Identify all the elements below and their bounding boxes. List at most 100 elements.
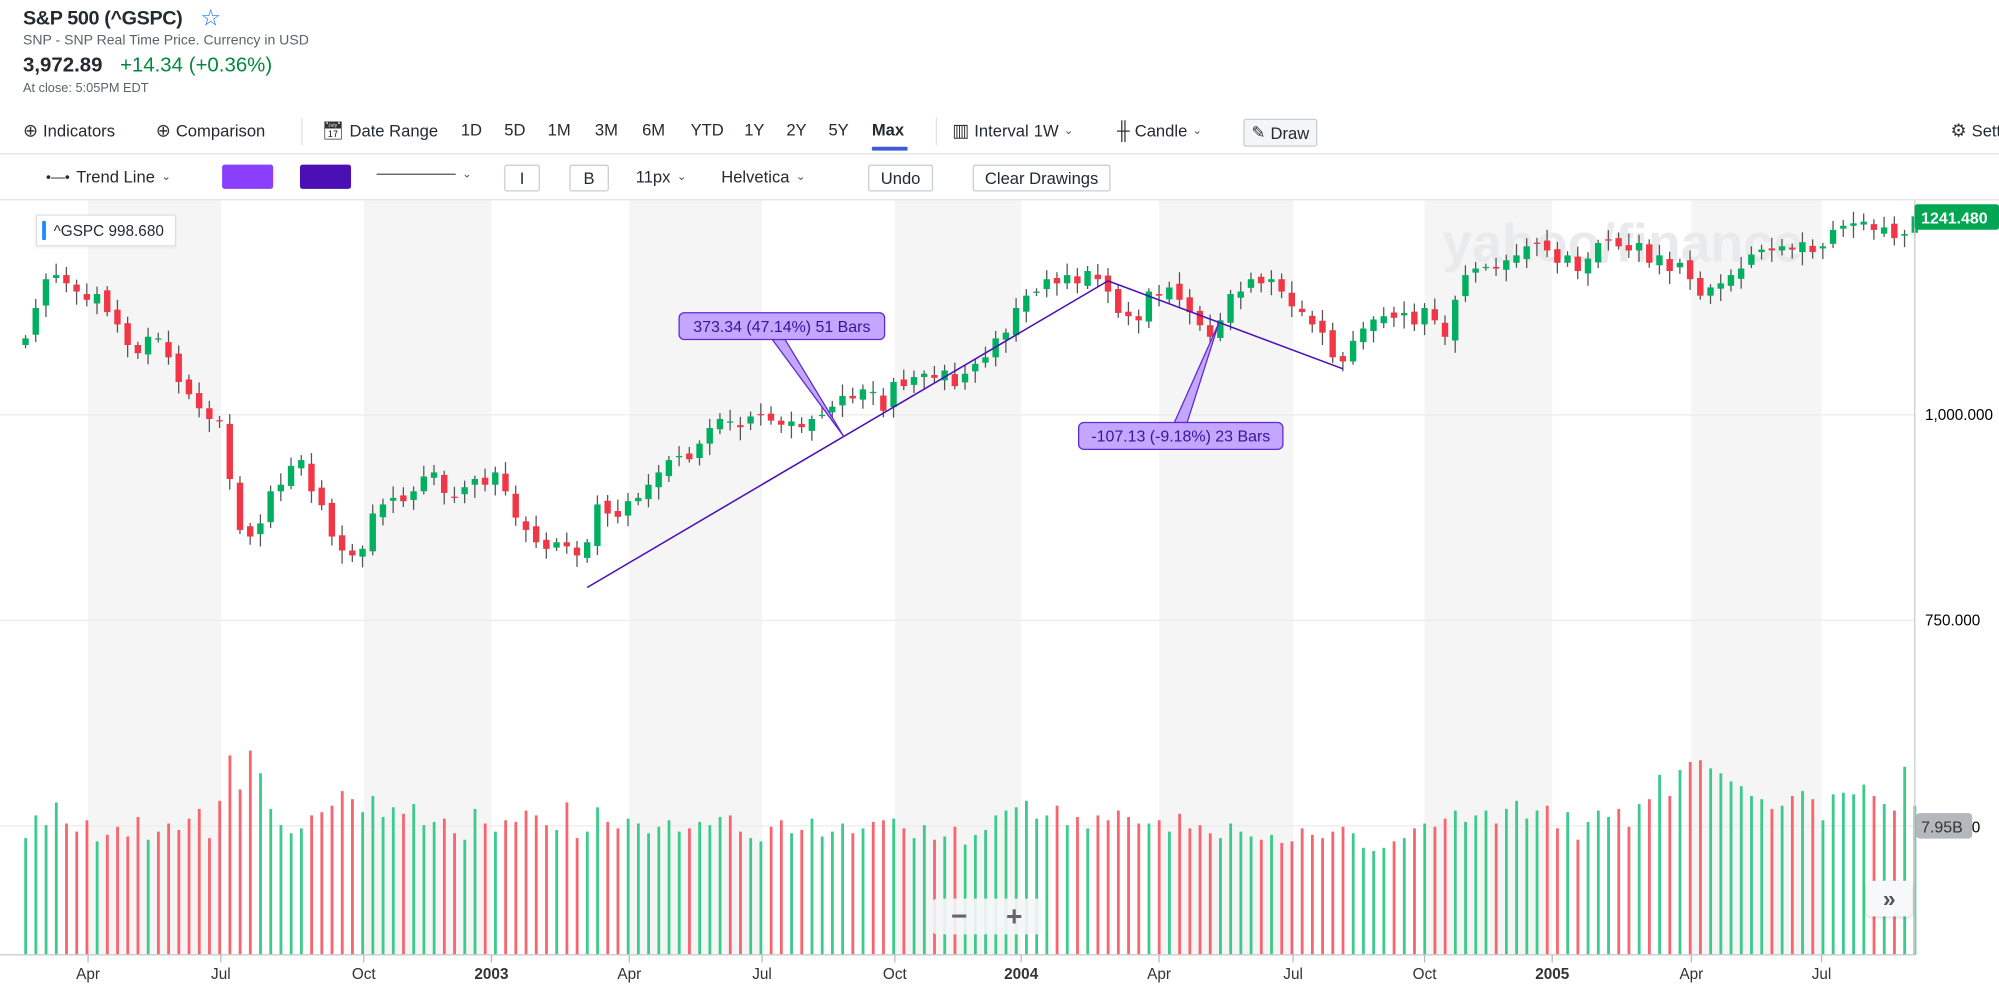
range-ytd[interactable]: YTD (691, 120, 724, 139)
volume-bar (1811, 799, 1815, 955)
volume-bar (1556, 828, 1559, 955)
candle-body (104, 290, 111, 313)
volume-bar (871, 821, 875, 955)
range-1y[interactable]: 1Y (744, 120, 764, 139)
range-max[interactable]: Max (872, 120, 904, 139)
fill-color-swatch[interactable] (222, 164, 274, 189)
volume-bar (1658, 774, 1661, 955)
star-outline-icon[interactable]: ☆ (200, 5, 221, 32)
series-legend[interactable]: ^GSPC 998.680 (35, 214, 177, 247)
candle-body (308, 463, 315, 492)
candle-body (1237, 291, 1244, 298)
candle-body (1584, 258, 1592, 274)
quarter-band (1424, 200, 1553, 955)
candle-body (798, 423, 805, 428)
candle-body (52, 275, 60, 278)
line-style-dropdown[interactable]: ⌄ (376, 165, 477, 189)
candle-body (696, 443, 703, 459)
candle-body (1707, 287, 1714, 296)
volume-bar (820, 836, 824, 955)
date-tick-label: Jul (211, 966, 231, 983)
volume-bar (483, 823, 487, 955)
line-color-swatch[interactable] (299, 164, 352, 189)
candle-body (1748, 254, 1755, 265)
candle-body (42, 279, 50, 306)
candle-body (880, 395, 887, 411)
volume-bar (75, 831, 79, 955)
volume-bar (810, 818, 814, 955)
candle-body (1227, 294, 1234, 323)
candle-body (1002, 332, 1010, 340)
volume-bar (585, 831, 589, 955)
clear-drawings-button[interactable]: Clear Drawings (972, 164, 1111, 192)
volume-bar (146, 839, 150, 955)
candle-body (869, 391, 877, 394)
volume-bar (1219, 838, 1222, 955)
volume-bar (1780, 805, 1784, 955)
measure-label: 373.34 (47.14%) 51 Bars (693, 319, 870, 336)
candle-body (1523, 246, 1530, 260)
range-1d[interactable]: 1D (461, 120, 482, 139)
volume-bar (1167, 831, 1171, 955)
candle-body (1084, 271, 1091, 286)
candle-body (451, 496, 458, 498)
candle-body (328, 502, 336, 537)
volume-bar (943, 836, 947, 955)
volume-bar (1709, 768, 1713, 955)
volume-bar (708, 825, 712, 955)
indicators-button[interactable]: ⊕ Indicators (23, 120, 115, 142)
drawing-tool-dropdown[interactable]: •—• Trend Line ⌄ (46, 167, 171, 186)
volume-bar (1525, 818, 1529, 955)
undo-button[interactable]: Undo (868, 164, 934, 192)
candle-body (1676, 262, 1684, 268)
font-size-dropdown[interactable]: 11px ⌄ (636, 167, 687, 186)
candle-body (1309, 315, 1316, 325)
scroll-to-latest-button[interactable]: » (1866, 880, 1913, 917)
interval-dropdown[interactable]: ▥ Interval 1W ⌄ (952, 120, 1073, 142)
draw-label: Draw (1270, 123, 1310, 143)
candle-body (1594, 243, 1602, 263)
candle-body (1278, 279, 1285, 292)
candle-body (257, 523, 264, 535)
candle-body (93, 294, 101, 304)
candle-body (675, 455, 683, 458)
comparison-button[interactable]: ⊕ Comparison (156, 120, 266, 142)
comparison-label: Comparison (175, 121, 266, 141)
candle-body (1564, 255, 1571, 263)
bold-button[interactable]: B (569, 164, 609, 192)
range-5y[interactable]: 5Y (828, 120, 848, 139)
range-5d[interactable]: 5D (504, 120, 525, 139)
italic-button[interactable]: I (504, 164, 540, 192)
candle-body (951, 374, 959, 387)
volume-bar (494, 831, 497, 955)
range-3m[interactable]: 3M (595, 120, 618, 139)
zoom-out-button[interactable]: − (951, 900, 967, 933)
candle-body (1880, 227, 1888, 234)
candle-body (124, 323, 131, 345)
range-6m[interactable]: 6M (642, 120, 665, 139)
candle-body (1206, 325, 1214, 337)
volume-bar (596, 807, 599, 955)
volume-bar (289, 833, 293, 955)
settings-label: Settings (1971, 121, 1999, 141)
volume-bar (1270, 834, 1273, 955)
quote-source: SNP - SNP Real Time Price. Currency in U… (22, 33, 309, 49)
price-chart[interactable]: yahoo/finance 373.34 (47.14%) 51 Bars-10… (0, 200, 1999, 986)
font-family-dropdown[interactable]: Helvetica ⌄ (721, 167, 805, 186)
divider (935, 117, 937, 146)
volume-bar (1127, 817, 1130, 955)
candle-body (277, 484, 285, 492)
volume-bar (1464, 821, 1467, 955)
candle-body (1452, 299, 1459, 341)
draw-button[interactable]: ✎ Draw (1243, 118, 1318, 147)
candle-body (134, 344, 142, 354)
date-range-button[interactable]: 📅︎ Date Range (322, 120, 438, 142)
range-2y[interactable]: 2Y (786, 120, 806, 139)
date-tick-label: Jul (752, 966, 772, 983)
zoom-in-button[interactable]: + (1006, 900, 1022, 933)
chart-type-dropdown[interactable]: ╫ Candle ⌄ (1117, 120, 1202, 140)
settings-button[interactable]: ⚙Settings (1950, 120, 1999, 142)
volume-bar (218, 800, 222, 955)
candle-body (1074, 276, 1081, 284)
range-1m[interactable]: 1M (548, 120, 571, 139)
